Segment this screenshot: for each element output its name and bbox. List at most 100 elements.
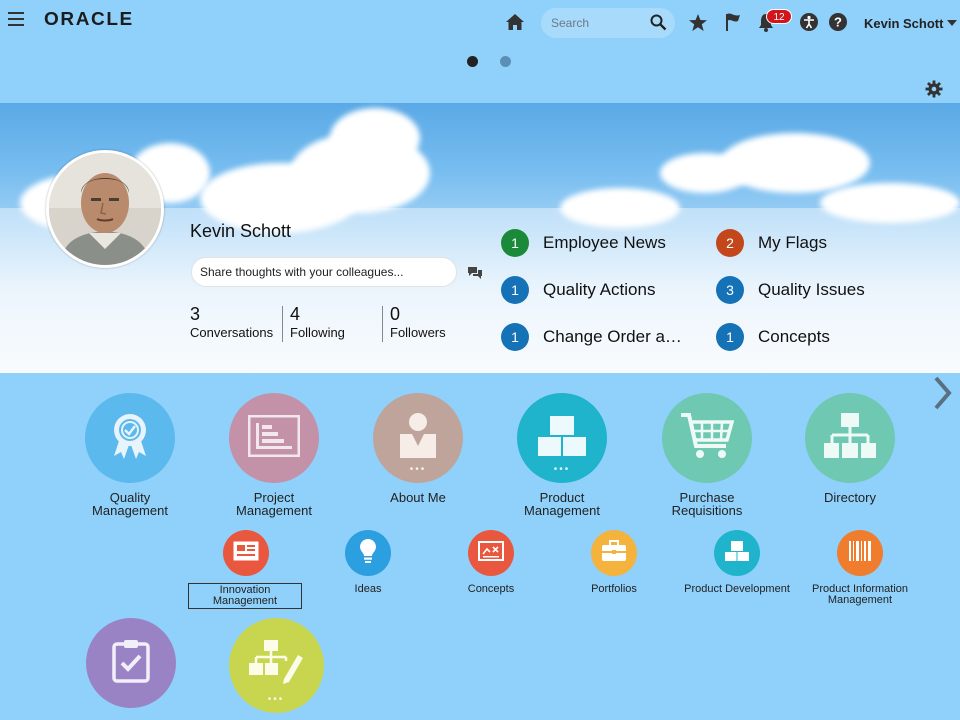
notification-count-badge: 12 xyxy=(766,9,792,24)
subapp-product-development[interactable]: Product Development xyxy=(675,530,799,595)
innovation-board-icon xyxy=(233,541,259,566)
chevron-down-icon xyxy=(947,20,958,26)
count-badge: 1 xyxy=(501,323,529,351)
favorites-star-icon[interactable] xyxy=(686,10,710,34)
user-name: Kevin Schott xyxy=(864,16,944,31)
user-menu[interactable]: Kevin Schott xyxy=(864,16,958,31)
concept-board-icon xyxy=(478,540,504,566)
profile-banner: Kevin Schott 3 Conversations 4 Following… xyxy=(0,103,960,373)
profile-name: Kevin Schott xyxy=(190,221,292,241)
notification-employee-news[interactable]: 1 Employee News xyxy=(501,229,666,257)
global-header: ORACLE 12 ? Kevin Schott xyxy=(0,0,960,48)
app-tile xyxy=(85,393,175,483)
count-badge: 1 xyxy=(501,276,529,304)
subapp-tile xyxy=(591,530,637,576)
stacked-boxes-icon xyxy=(537,415,587,462)
workflow-edit-icon xyxy=(248,639,304,692)
carousel-indicator xyxy=(467,56,511,67)
home-icon[interactable] xyxy=(503,10,527,34)
briefcase-icon xyxy=(601,539,627,567)
search-icon[interactable] xyxy=(650,14,667,36)
app-about-me[interactable]: ••• About Me xyxy=(353,393,483,504)
stat-conversations[interactable]: 3 Conversations xyxy=(190,303,273,340)
notification-concepts[interactable]: 1 Concepts xyxy=(716,323,830,351)
app-workflow-editor[interactable]: ••• xyxy=(211,618,341,713)
subapp-label-line1: Portfolios xyxy=(591,583,637,595)
stat-label: Followers xyxy=(390,325,446,340)
accessibility-icon[interactable] xyxy=(797,10,821,34)
app-purchase-requisitions[interactable]: Purchase Requisitions xyxy=(642,393,772,517)
notification-label: Employee News xyxy=(543,233,666,252)
subapp-innovation-management[interactable]: Innovation Management xyxy=(184,530,308,609)
app-tile xyxy=(229,393,319,483)
app-label-line2: Management xyxy=(92,503,168,518)
app-tile: ••• xyxy=(517,393,607,483)
chevron-right-icon[interactable] xyxy=(930,375,954,416)
subapp-ideas[interactable]: Ideas xyxy=(306,530,430,595)
conversation-icon[interactable] xyxy=(467,266,483,285)
app-label-line2: Requisitions xyxy=(671,503,743,518)
subapp-label-line1: Concepts xyxy=(467,583,515,595)
more-dots-icon: ••• xyxy=(553,464,571,475)
notification-label: My Flags xyxy=(758,233,827,252)
app-quality-management[interactable]: Quality Management xyxy=(65,393,195,517)
barcode-icon xyxy=(848,540,872,567)
app-label-line1: About Me xyxy=(390,490,446,505)
stat-following[interactable]: 4 Following xyxy=(290,303,345,340)
count-badge: 1 xyxy=(501,229,529,257)
app-label-line2: Management xyxy=(236,503,312,518)
subapp-product-information-management[interactable]: Product Information Management xyxy=(798,530,922,606)
app-directory[interactable]: Directory xyxy=(785,393,915,504)
subapp-portfolios[interactable]: Portfolios xyxy=(552,530,676,595)
app-clipboard-tasks[interactable] xyxy=(66,618,196,708)
svg-text:?: ? xyxy=(834,15,842,30)
notification-change-orders[interactable]: 1 Change Order a… xyxy=(501,323,682,351)
app-tile xyxy=(86,618,176,708)
stat-label: Following xyxy=(290,325,345,340)
app-tile xyxy=(662,393,752,483)
person-badge-icon xyxy=(398,412,438,465)
subapp-label-line1: Product Development xyxy=(684,583,790,595)
subapp-tile xyxy=(223,530,269,576)
avatar[interactable] xyxy=(46,150,164,268)
lightbulb-icon xyxy=(359,538,377,569)
notification-quality-actions[interactable]: 1 Quality Actions xyxy=(501,276,655,304)
carousel-dot-2[interactable] xyxy=(500,56,511,67)
help-icon[interactable]: ? xyxy=(826,10,850,34)
count-badge: 2 xyxy=(716,229,744,257)
subapp-tile xyxy=(468,530,514,576)
oracle-logo: ORACLE xyxy=(44,9,134,30)
subapp-label-line1: Ideas xyxy=(354,583,382,595)
shopping-cart-icon xyxy=(680,412,735,465)
subapp-label-line2: Management xyxy=(827,594,893,606)
app-project-management[interactable]: Project Management xyxy=(209,393,339,517)
search-input[interactable] xyxy=(551,14,651,32)
app-product-management[interactable]: ••• Product Management xyxy=(497,393,627,517)
notification-label: Quality Issues xyxy=(758,280,865,299)
stacked-boxes-icon xyxy=(724,540,750,567)
divider xyxy=(282,306,283,342)
app-tile xyxy=(805,393,895,483)
carousel-dot-1[interactable] xyxy=(467,56,478,67)
notification-label: Concepts xyxy=(758,327,830,346)
divider xyxy=(382,306,383,342)
navigator-menu-icon[interactable] xyxy=(8,12,24,26)
subapp-tile xyxy=(345,530,391,576)
share-thoughts-input[interactable] xyxy=(191,257,457,287)
stat-label: Conversations xyxy=(190,325,274,340)
app-tile: ••• xyxy=(228,618,324,713)
subapp-tile xyxy=(837,530,883,576)
gear-icon[interactable] xyxy=(925,80,943,103)
notification-quality-issues[interactable]: 3 Quality Issues xyxy=(716,276,865,304)
notification-my-flags[interactable]: 2 My Flags xyxy=(716,229,827,257)
count-badge: 1 xyxy=(716,323,744,351)
app-label-line1: Directory xyxy=(823,490,876,505)
stat-value: 0 xyxy=(390,304,401,324)
app-tile: ••• xyxy=(373,393,463,483)
subapp-concepts[interactable]: Concepts xyxy=(429,530,553,595)
flag-icon[interactable] xyxy=(721,10,745,34)
clipboard-check-icon xyxy=(112,639,150,688)
stat-followers[interactable]: 0 Followers xyxy=(390,303,446,340)
more-dots-icon: ••• xyxy=(267,694,285,705)
app-label-line2: Management xyxy=(524,503,600,518)
